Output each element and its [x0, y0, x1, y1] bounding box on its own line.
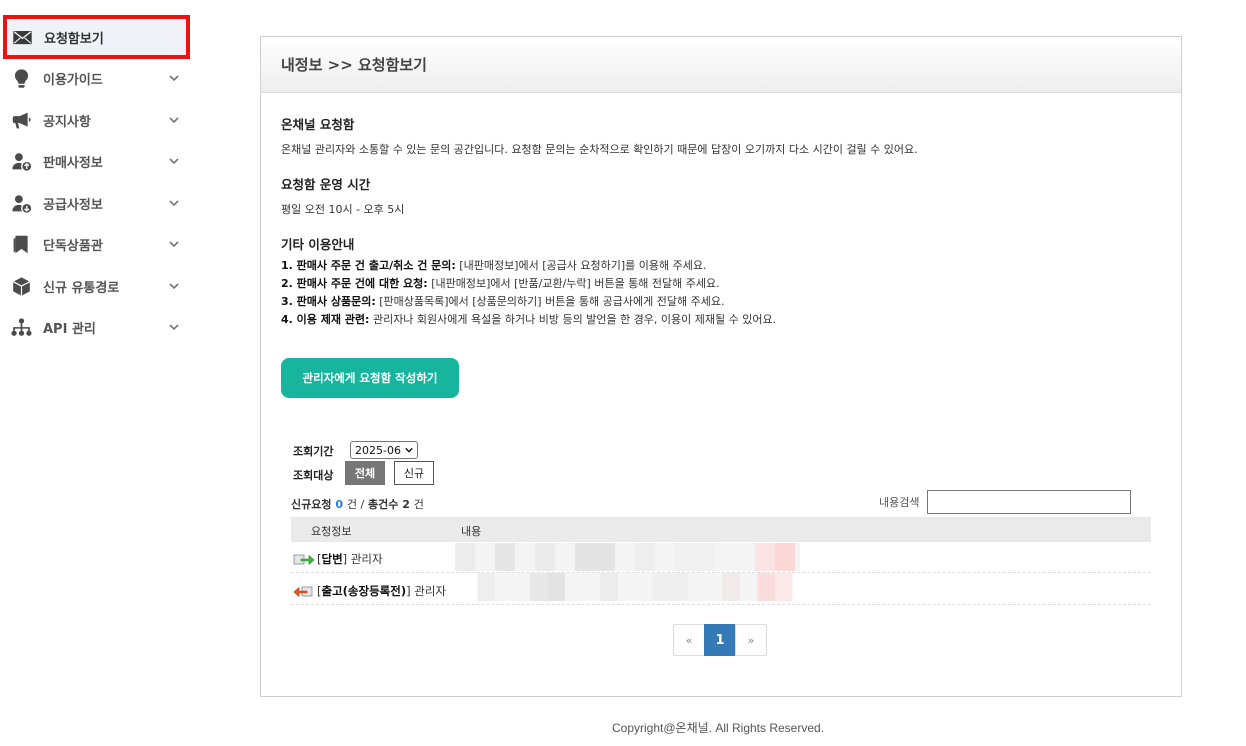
- sidebar-item-label: API 관리: [43, 321, 96, 337]
- table-row[interactable]: [답변] 관리자: [291, 543, 1151, 573]
- guide-line: 1. 판매사 주문 건 출고/취소 건 문의: [내판매정보]에서 [공급사 요…: [281, 257, 706, 273]
- footer-copyright: Copyright@온채널. All Rights Reserved.: [612, 721, 825, 735]
- page-title: 내정보 >> 요청함보기: [281, 56, 427, 74]
- chevron-down-icon: [166, 115, 182, 125]
- pagination: « 1 »: [673, 624, 767, 656]
- sitemap-icon: [10, 316, 32, 338]
- section-text-hours: 평일 오전 10시 - 오후 5시: [281, 203, 405, 216]
- sidebar-item-label: 공급사정보: [43, 197, 103, 213]
- period-select[interactable]: 2025-06: [350, 441, 418, 459]
- section-title-guide: 기타 이용안내: [281, 237, 355, 252]
- sidebar-item-api[interactable]: API 관리: [4, 306, 188, 348]
- sidebar-item-label: 요청함보기: [44, 31, 104, 47]
- page-prev-button[interactable]: «: [673, 624, 705, 656]
- chevron-down-icon: [166, 239, 182, 249]
- guide-line: 4. 이용 제재 관련: 관리자나 회원사에게 욕설을 하거나 비방 등의 발언…: [281, 311, 776, 327]
- sidebar-item-label: 공지사항: [43, 114, 91, 130]
- shipping-arrow-icon: [293, 586, 313, 598]
- target-all-button[interactable]: 전체: [345, 461, 385, 485]
- sidebar-item-label: 판매사정보: [43, 155, 103, 171]
- target-new-button[interactable]: 신규: [394, 461, 434, 485]
- bracket-close: ]: [406, 584, 411, 598]
- inbox-panel: 내정보 >> 요청함보기 온채널 요청함 온채널 관리자와 소통할 수 있는 문…: [260, 36, 1182, 697]
- search-label: 내용검색: [879, 496, 920, 509]
- period-label: 조회기간: [293, 445, 334, 458]
- column-header-content: 내용: [461, 525, 482, 538]
- page-current-button[interactable]: 1: [704, 624, 736, 656]
- panel-header: 내정보 >> 요청함보기: [261, 37, 1181, 93]
- guide-line-body: 관리자나 회원사에게 욕설을 하거나 비방 등의 발언을 한 경우, 이용이 제…: [369, 313, 777, 326]
- sidebar-item-label: 이용가이드: [43, 72, 103, 88]
- chevron-down-icon: [166, 156, 182, 166]
- request-author: 관리자: [350, 552, 383, 566]
- guide-line-heading: 1. 판매사 주문 건 출고/취소 건 문의:: [281, 259, 456, 272]
- section-text-inbox: 온채널 관리자와 소통할 수 있는 문의 공간입니다. 요청함 문의는 순차적으…: [281, 143, 918, 156]
- chevron-down-icon: [166, 198, 182, 208]
- sidebar-item-supplier-info[interactable]: 공급사정보: [4, 182, 188, 224]
- chevron-down-icon: [166, 73, 182, 83]
- megaphone-icon: [10, 109, 32, 131]
- chevron-down-icon: [405, 447, 413, 453]
- new-label: 신규요청: [291, 498, 332, 511]
- guide-line-body: [내판매정보]에서 [공급사 요청하기]를 이용해 주세요.: [455, 259, 707, 272]
- new-count: 0: [335, 498, 343, 511]
- reply-arrow-icon: [293, 554, 315, 566]
- chevron-down-icon: [166, 322, 182, 332]
- page-next-button[interactable]: »: [735, 624, 767, 656]
- table-row[interactable]: [출고(송장등록전)] 관리자: [291, 573, 1151, 605]
- target-label: 조회대상: [293, 469, 334, 482]
- chevron-down-icon: [166, 281, 182, 291]
- guide-line-heading: 4. 이용 제재 관련:: [281, 313, 370, 326]
- sidebar-item-label: 단독상품관: [43, 238, 103, 254]
- bracket-close: ]: [342, 552, 348, 566]
- sidebar-item-notice[interactable]: 공지사항: [4, 99, 188, 141]
- new-unit: 건 /: [346, 498, 365, 511]
- guide-line-body: [판매상품목록]에서 [상품문의하기] 버튼을 통해 공급사에게 전달해 주세요…: [375, 295, 725, 308]
- guide-line: 2. 판매사 주문 건에 대한 요청: [내판매정보]에서 [반품/교환/누락]…: [281, 275, 720, 291]
- request-tag: 답변: [321, 552, 343, 566]
- request-info: [출고(송장등록전)] 관리자: [293, 583, 446, 599]
- envelope-icon: [11, 26, 33, 48]
- total-label: 총건수: [368, 498, 399, 511]
- guide-line-heading: 3. 판매사 상품문의:: [281, 295, 376, 308]
- search-input[interactable]: [927, 490, 1131, 514]
- request-info: [답변] 관리자: [293, 551, 383, 567]
- section-title-inbox: 온채널 요청함: [281, 117, 355, 132]
- total-count: 2: [402, 498, 410, 511]
- sidebar-item-label: 신규 유통경로: [43, 280, 120, 296]
- bookmark-icon: [10, 233, 32, 255]
- guide-line: 3. 판매사 상품문의: [판매상품목록]에서 [상품문의하기] 버튼을 통해 …: [281, 293, 724, 309]
- guide-line-heading: 2. 판매사 주문 건에 대한 요청:: [281, 277, 428, 290]
- sidebar: 요청함보기 이용가이드 공지사항 판매사정보 공급사정보 단독상품관 신규 유통…: [0, 0, 195, 746]
- sidebar-item-inbox[interactable]: 요청함보기: [3, 15, 190, 59]
- column-header-info: 요청정보: [311, 525, 352, 538]
- user-down-icon: [10, 192, 32, 214]
- sidebar-item-seller-info[interactable]: 판매사정보: [4, 140, 188, 182]
- sidebar-item-new-channel[interactable]: 신규 유통경로: [4, 265, 188, 307]
- table-header: 요청정보 내용: [291, 517, 1151, 542]
- lightbulb-icon: [10, 67, 32, 89]
- box-icon: [10, 275, 32, 297]
- request-tag: 출고(송장등록전): [321, 584, 407, 598]
- write-request-button[interactable]: 관리자에게 요청함 작성하기: [281, 358, 459, 398]
- period-value: 2025-06: [355, 443, 401, 457]
- request-author: 관리자: [414, 584, 446, 598]
- guide-line-body: [내판매정보]에서 [반품/교환/누락] 버튼을 통해 전달해 주세요.: [427, 277, 720, 290]
- request-count: 신규요청 0 건 / 총건수 2 건: [291, 496, 424, 512]
- total-unit: 건: [413, 498, 424, 511]
- sidebar-item-guide[interactable]: 이용가이드: [4, 57, 188, 99]
- blurred-content[interactable]: [455, 573, 815, 601]
- blurred-content[interactable]: [455, 543, 800, 571]
- section-title-hours: 요청함 운영 시간: [281, 177, 371, 192]
- sidebar-item-exclusive[interactable]: 단독상품관: [4, 223, 188, 265]
- user-up-icon: [10, 150, 32, 172]
